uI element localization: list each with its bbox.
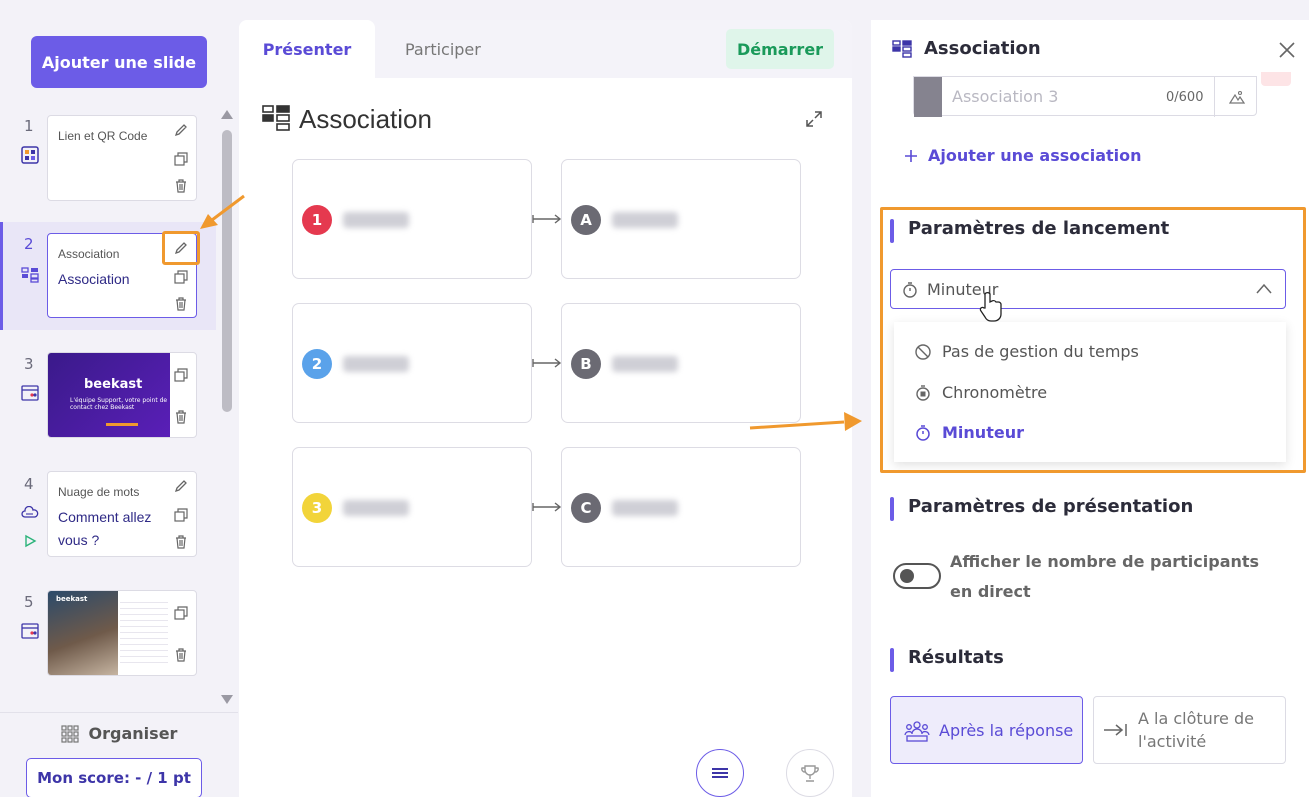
annotation-arrows [200,194,1002,431]
annotation-arrow-settings [749,412,862,431]
mouse-cursor-icon [979,292,1002,322]
annotation-arrow-edit [200,194,245,229]
